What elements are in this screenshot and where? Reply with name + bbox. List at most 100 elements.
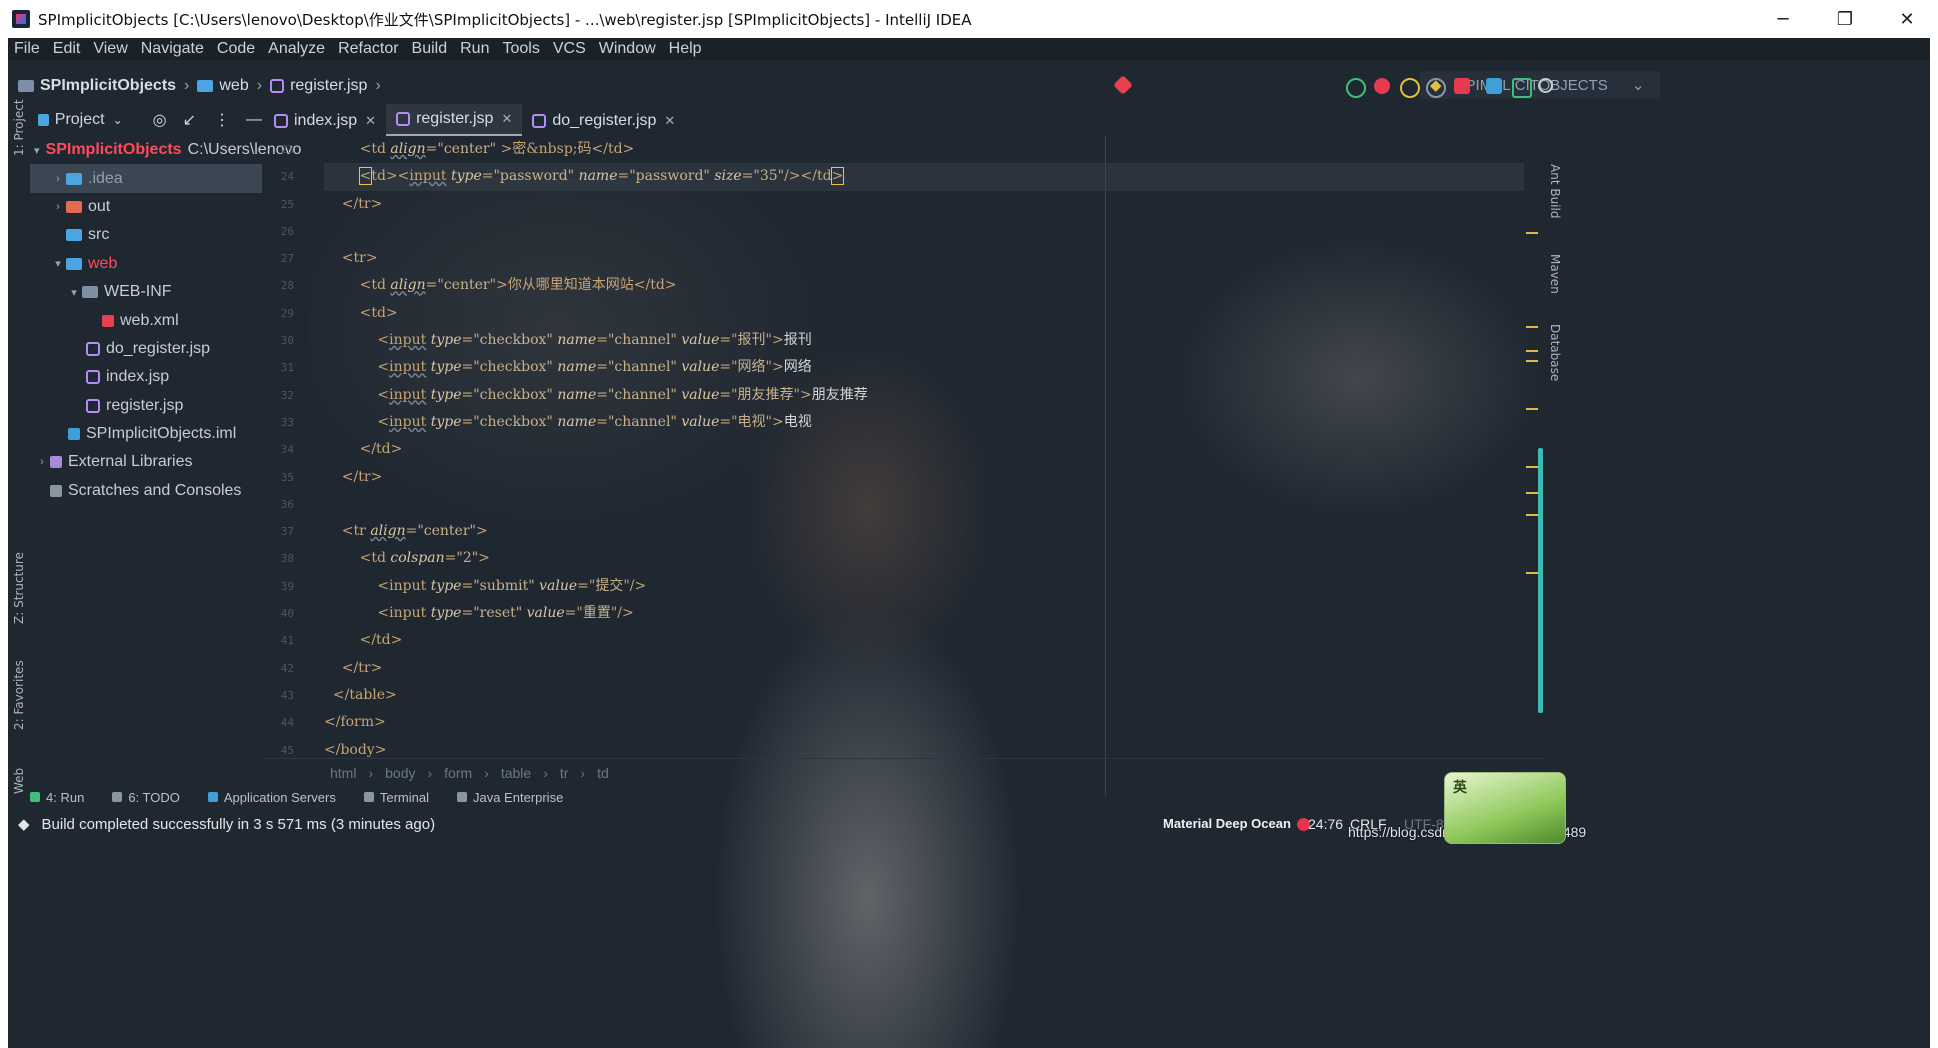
crumb-html[interactable]: html bbox=[330, 765, 356, 781]
tree-item-web-inf[interactable]: ▾ WEB-INF bbox=[30, 278, 262, 306]
code-line-42: </tr> bbox=[324, 659, 383, 676]
close-icon[interactable]: ✕ bbox=[501, 111, 512, 127]
more-options-icon[interactable]: ⋮ bbox=[214, 110, 230, 130]
code-editor[interactable]: 23 24 25 26 27 28 29 30 31 32 33 34 35 3… bbox=[264, 136, 1544, 796]
hide-panel-icon[interactable]: — bbox=[246, 111, 262, 129]
tree-item-web[interactable]: ▾ web bbox=[30, 250, 262, 278]
collapse-icon[interactable]: ↙ bbox=[183, 110, 196, 130]
menu-help[interactable]: Help bbox=[669, 40, 702, 58]
maven-tool-button[interactable]: Maven bbox=[1548, 254, 1562, 294]
menu-edit[interactable]: Edit bbox=[53, 40, 81, 58]
nav-project[interactable]: SPImplicitObjects bbox=[18, 77, 176, 95]
menu-run[interactable]: Run bbox=[460, 40, 489, 58]
code-text: 提交 bbox=[595, 577, 624, 594]
tree-item-out[interactable]: › out bbox=[30, 193, 262, 221]
error-stripe-mark[interactable] bbox=[1526, 408, 1538, 410]
error-stripe-mark[interactable] bbox=[1526, 232, 1538, 234]
nav-folder[interactable]: web bbox=[197, 77, 249, 95]
error-stripe-mark[interactable] bbox=[1526, 572, 1538, 574]
menu-bar: File Edit View Navigate Code Analyze Ref… bbox=[8, 38, 1930, 60]
profiler-icon[interactable] bbox=[1426, 78, 1446, 98]
tree-root[interactable]: ▾ SPImplicitObjects C:\Users\lenovo bbox=[30, 136, 301, 164]
error-stripe-mark[interactable] bbox=[1526, 350, 1538, 352]
tree-item-label: src bbox=[88, 226, 110, 244]
error-stripe-mark[interactable] bbox=[1526, 360, 1538, 362]
minimize-button[interactable]: ─ bbox=[1752, 9, 1814, 30]
menu-view[interactable]: View bbox=[93, 40, 127, 58]
server-icon bbox=[207, 792, 218, 802]
code-text: 网络 bbox=[783, 359, 812, 376]
close-button[interactable]: ✕ bbox=[1876, 9, 1938, 30]
tab-index[interactable]: index.jsp ✕ bbox=[264, 106, 386, 136]
crumb-form[interactable]: form bbox=[444, 765, 472, 781]
chevron-down-icon[interactable]: ⌄ bbox=[113, 113, 123, 127]
tree-item-iml[interactable]: SPImplicitObjects.iml bbox=[30, 420, 262, 448]
rerun-icon[interactable] bbox=[1346, 78, 1366, 98]
build-hammer-icon[interactable] bbox=[1113, 75, 1133, 95]
caret-position[interactable]: 24:76 bbox=[1308, 816, 1343, 832]
error-stripe-mark[interactable] bbox=[1526, 466, 1538, 468]
crumb-body[interactable]: body bbox=[385, 765, 415, 781]
maximize-button[interactable]: ❐ bbox=[1814, 9, 1876, 30]
terminal-icon[interactable] bbox=[1512, 78, 1532, 98]
tree-item-index[interactable]: index.jsp bbox=[30, 363, 262, 391]
close-icon[interactable]: ✕ bbox=[664, 113, 675, 129]
ime-widget[interactable]: 英 bbox=[1444, 772, 1566, 844]
chevron-right-icon: › bbox=[56, 200, 60, 213]
menu-code[interactable]: Code bbox=[217, 40, 255, 58]
tree-item-idea[interactable]: › .idea bbox=[30, 164, 262, 193]
tool-label: Application Servers bbox=[223, 789, 336, 805]
java-enterprise-tool-button[interactable]: Java Enterprise bbox=[456, 790, 563, 805]
crumb-td[interactable]: td bbox=[597, 765, 609, 781]
structure-tool-button[interactable]: Z: Structure bbox=[12, 552, 26, 624]
run-tool-button[interactable]: 4: Run bbox=[30, 790, 84, 805]
tree-item-web-xml[interactable]: web.xml bbox=[30, 306, 262, 334]
tree-item-external-libraries[interactable]: › External Libraries bbox=[30, 448, 262, 476]
tree-item-register[interactable]: register.jsp bbox=[30, 392, 262, 420]
tree-item-scratches[interactable]: Scratches and Consoles bbox=[30, 477, 262, 505]
ant-build-tool-button[interactable]: Ant Build bbox=[1548, 164, 1562, 218]
crumb-table[interactable]: table bbox=[501, 765, 531, 781]
tree-item-label: Scratches and Consoles bbox=[68, 481, 242, 499]
run-icon bbox=[30, 792, 40, 802]
project-structure-icon[interactable] bbox=[1486, 78, 1502, 94]
menu-file[interactable]: File bbox=[14, 40, 40, 58]
error-stripe-mark[interactable] bbox=[1526, 492, 1538, 494]
locate-icon[interactable]: ◎ bbox=[153, 110, 167, 130]
project-tool-button[interactable]: 1: Project bbox=[12, 99, 26, 156]
nav-file[interactable]: register.jsp bbox=[270, 77, 367, 95]
terminal-tool-button[interactable]: Terminal bbox=[363, 790, 429, 805]
favorites-tool-button[interactable]: 2: Favorites bbox=[12, 660, 26, 730]
code-line-25: </tr> bbox=[324, 195, 383, 212]
project-view-select[interactable]: Project bbox=[55, 111, 105, 129]
menu-navigate[interactable]: Navigate bbox=[141, 40, 204, 58]
debug-icon[interactable] bbox=[1374, 78, 1390, 94]
right-margin-guide bbox=[1105, 136, 1106, 796]
menu-refactor[interactable]: Refactor bbox=[338, 40, 398, 58]
error-stripe-mark[interactable] bbox=[1526, 326, 1538, 328]
theme-indicator[interactable]: Material Deep Ocean bbox=[1163, 816, 1310, 832]
tab-do-register[interactable]: do_register.jsp ✕ bbox=[522, 106, 685, 136]
menu-tools[interactable]: Tools bbox=[502, 40, 539, 58]
tree-item-do-register[interactable]: do_register.jsp bbox=[30, 335, 262, 363]
run-coverage-icon[interactable] bbox=[1400, 78, 1420, 98]
todo-tool-button[interactable]: 6: TODO bbox=[112, 790, 180, 805]
stop-icon[interactable] bbox=[1454, 78, 1470, 94]
web-tool-button[interactable]: Web bbox=[12, 768, 26, 794]
menu-build[interactable]: Build bbox=[412, 40, 448, 58]
close-icon[interactable]: ✕ bbox=[365, 113, 376, 129]
vertical-scrollbar[interactable] bbox=[1538, 448, 1543, 713]
tree-item-label: WEB-INF bbox=[104, 283, 172, 301]
tab-register[interactable]: register.jsp ✕ bbox=[386, 104, 523, 136]
app-servers-tool-button[interactable]: Application Servers bbox=[207, 789, 336, 805]
tree-item-src[interactable]: src bbox=[30, 221, 262, 249]
crumb-tr[interactable]: tr bbox=[560, 765, 569, 781]
status-message[interactable]: Build completed successfully in 3 s 571 … bbox=[42, 816, 436, 833]
menu-vcs[interactable]: VCS bbox=[553, 40, 586, 58]
database-tool-button[interactable]: Database bbox=[1548, 324, 1562, 381]
error-stripe-mark[interactable] bbox=[1526, 514, 1538, 516]
menu-window[interactable]: Window bbox=[599, 40, 656, 58]
menu-analyze[interactable]: Analyze bbox=[268, 40, 325, 58]
tree-item-label: register.jsp bbox=[106, 396, 184, 414]
search-icon[interactable] bbox=[1538, 78, 1553, 93]
